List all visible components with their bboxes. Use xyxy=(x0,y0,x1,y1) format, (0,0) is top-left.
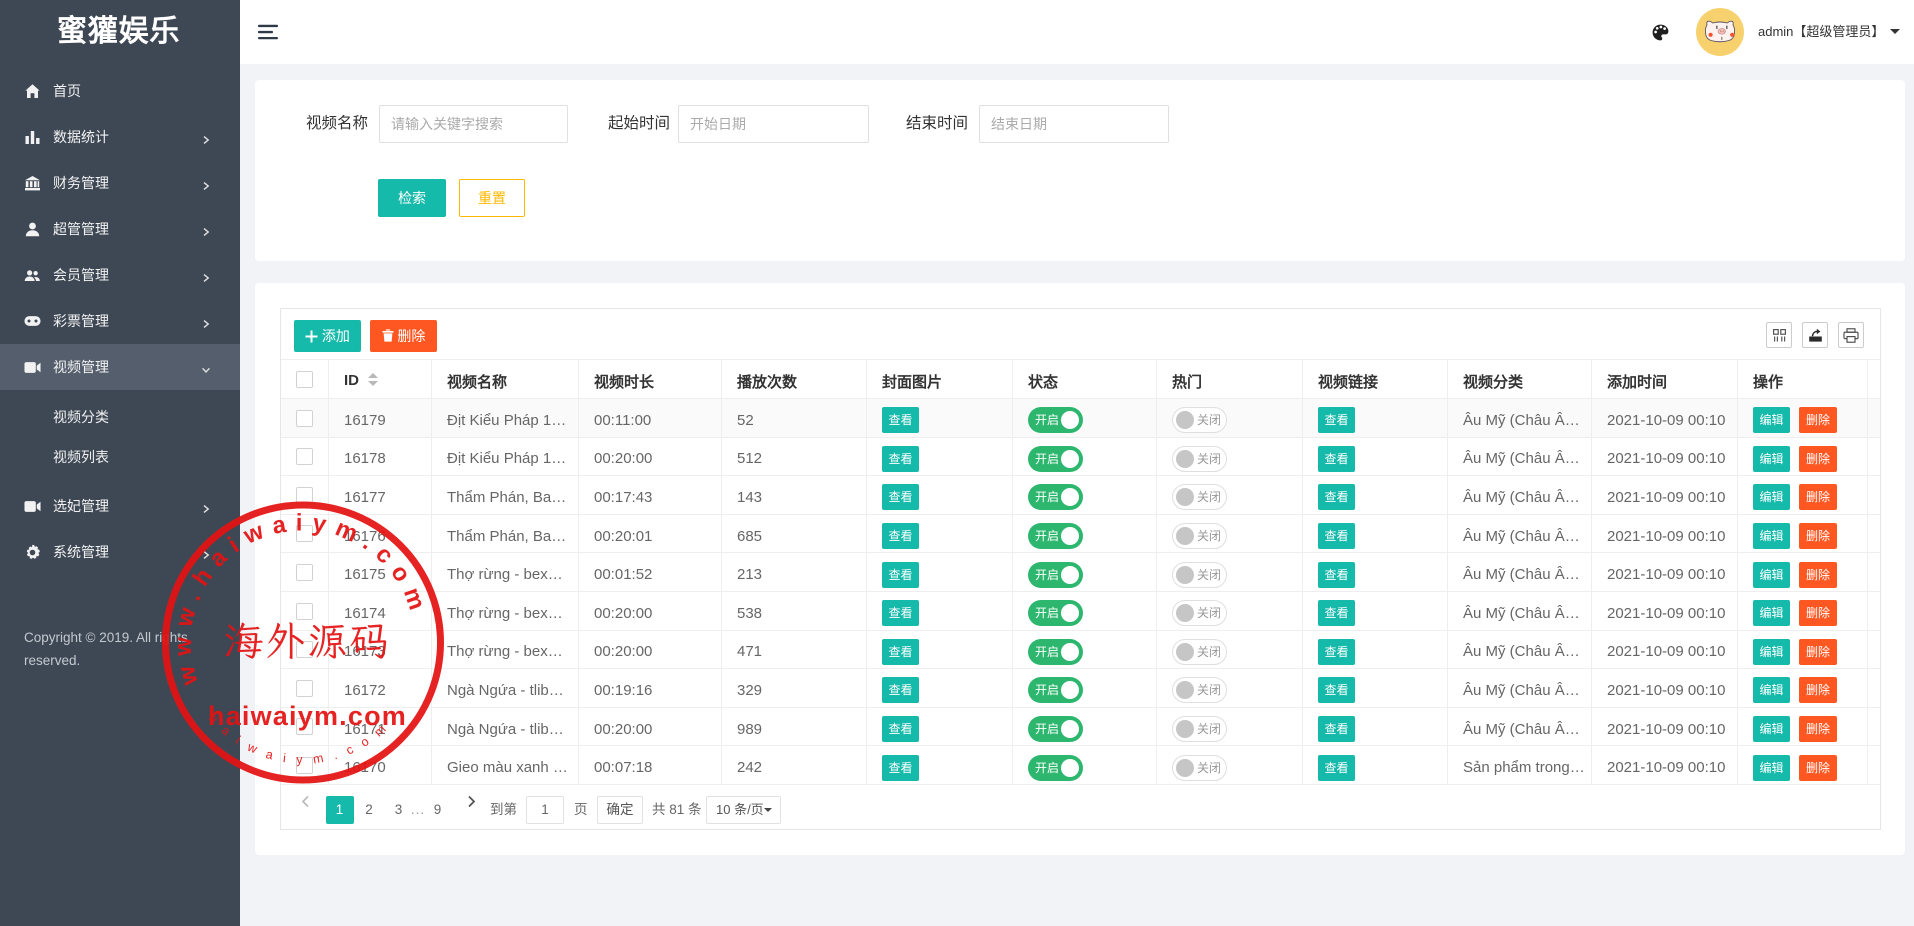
svg-text:海外源码: 海外源码 xyxy=(224,615,392,667)
svg-text:haiwaiym.com: haiwaiym.com xyxy=(208,701,407,731)
